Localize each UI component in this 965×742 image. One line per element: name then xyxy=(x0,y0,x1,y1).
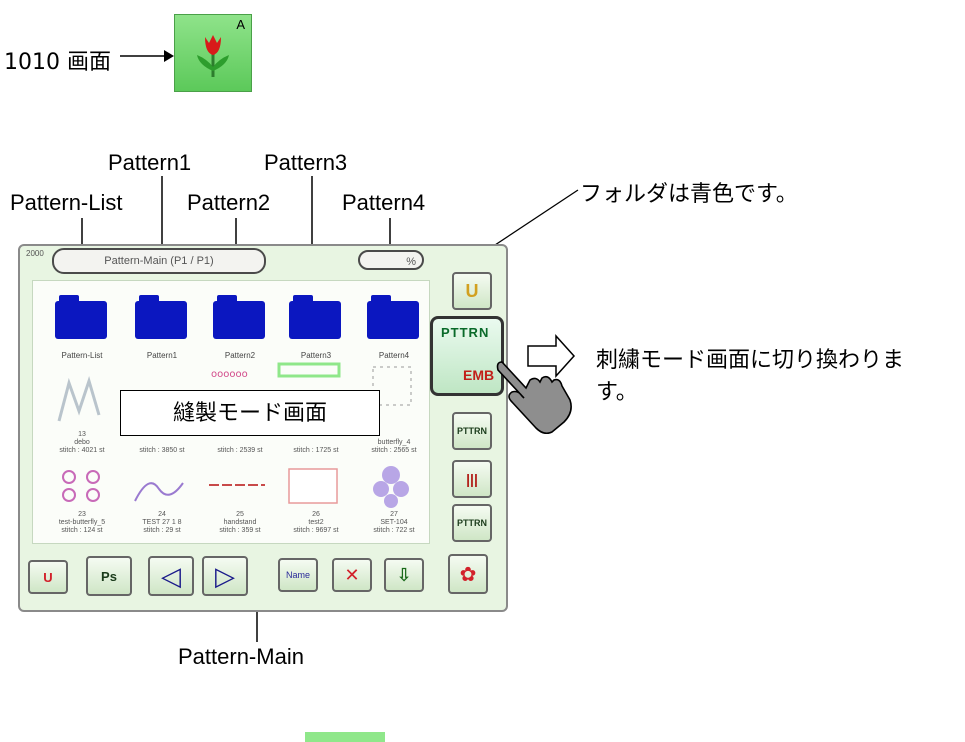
stitch-count: stitch : 359 st xyxy=(219,527,261,534)
pattern-select-glyph: Ps xyxy=(101,568,117,584)
emb-button-line1: PTTRN xyxy=(441,325,490,340)
pattern-name: TEST 27 1 8 xyxy=(142,519,182,526)
switch-note-line1: 刺繍モード画面に切り換わりま xyxy=(596,348,905,373)
stitch-count: stitch : 4021 st xyxy=(59,447,105,454)
folder-name: Pattern2 xyxy=(224,351,256,360)
stitch-count: stitch : 124 st xyxy=(61,527,103,534)
pattern-number: 24 xyxy=(158,511,166,518)
pattern-name: debo xyxy=(74,439,90,446)
pattern-name: test2 xyxy=(308,519,324,526)
stitch-count: stitch : 722 st xyxy=(373,527,415,534)
switch-note-line2: す。 xyxy=(596,380,638,405)
pattern-name: test-butterfly_5 xyxy=(58,519,106,526)
stitch-count: stitch : 9697 st xyxy=(293,527,339,534)
panel-number: 2000 xyxy=(26,249,44,258)
folder-icon[interactable] xyxy=(55,295,107,339)
prev-page-glyph: ◁ xyxy=(161,560,181,591)
pattern-number: 25 xyxy=(236,511,244,518)
pattern-number: 26 xyxy=(312,511,320,518)
prev-page-icon[interactable]: ◁ xyxy=(148,556,194,596)
pattern-thumbnail[interactable] xyxy=(275,361,345,381)
pattern-thumbnail[interactable] xyxy=(51,371,111,431)
magnet-icon[interactable]: U xyxy=(28,560,68,594)
folder-icon[interactable] xyxy=(213,295,265,339)
pattern-thumbnail[interactable] xyxy=(365,459,419,511)
pattern-edit-glyph: PTTRN xyxy=(457,518,487,528)
pattern-select-icon[interactable]: Ps xyxy=(86,556,132,596)
pattern-edit-icon[interactable]: PTTRN xyxy=(452,504,492,542)
tulip-glyph: ✿ xyxy=(459,563,477,586)
magnet-glyph: U xyxy=(465,280,479,301)
stitch-count: stitch : 2539 st xyxy=(217,447,263,454)
name-glyph: Name xyxy=(285,570,310,580)
pattern-thumbnail[interactable] xyxy=(205,477,269,493)
svg-text:oooooo: oooooo xyxy=(211,369,248,380)
sewing-mode-label: 縫製モード画面 xyxy=(120,390,380,436)
next-page-icon[interactable]: ▷ xyxy=(202,556,248,596)
pattern-name: handstand xyxy=(223,519,257,526)
pattern-number: 27 xyxy=(390,511,398,518)
thread-glyph: ||| xyxy=(466,471,478,487)
pattern-thumbnail[interactable] xyxy=(55,463,109,509)
next-page-glyph: ▷ xyxy=(215,560,235,591)
folder-icon[interactable] xyxy=(135,295,187,339)
selected-highlight xyxy=(305,732,385,742)
tulip-icon[interactable]: ✿ xyxy=(448,554,488,594)
pattern-number: 13 xyxy=(78,431,86,438)
percent-display: % xyxy=(358,250,424,270)
name-icon[interactable]: Name xyxy=(278,558,318,592)
folder-name: Pattern1 xyxy=(146,351,178,360)
folder-name: Pattern3 xyxy=(300,351,332,360)
folder-name: Pattern4 xyxy=(378,351,410,360)
stitch-count: stitch : 1725 st xyxy=(293,447,339,454)
delete-glyph: ✕ xyxy=(344,564,360,585)
magnet-icon[interactable]: U xyxy=(452,272,492,310)
pattern-name: SET-104 xyxy=(380,519,408,526)
pattern-number: 23 xyxy=(78,511,86,518)
usb-glyph: ⇩ xyxy=(396,564,412,585)
hand-pointer-icon xyxy=(496,361,572,434)
folder-name: Pattern-List xyxy=(61,351,103,360)
pattern-main-label: Pattern-Main xyxy=(178,644,304,669)
folder-icon[interactable] xyxy=(289,295,341,339)
delete-icon[interactable]: ✕ xyxy=(332,558,372,592)
stitch-count: stitch : 29 st xyxy=(143,527,181,534)
usb-icon[interactable]: ⇩ xyxy=(384,558,424,592)
pattern-glyph: PTTRN xyxy=(457,426,487,436)
pattern-thumbnail[interactable]: oooooo xyxy=(209,365,269,385)
magnet-glyph: U xyxy=(43,569,53,585)
folder-icon[interactable] xyxy=(367,295,419,339)
pattern-name: butterfly_4 xyxy=(377,439,411,446)
emb-button-line2: EMB xyxy=(463,367,495,383)
stitch-count: stitch : 2565 st xyxy=(371,447,417,454)
stitch-count: stitch : 3850 st xyxy=(139,447,185,454)
pattern-icon[interactable]: PTTRN xyxy=(452,412,492,450)
pattern-thumbnail[interactable] xyxy=(129,463,189,509)
pattern-thumbnail[interactable] xyxy=(285,465,345,509)
panel-title: Pattern-Main (P1 / P1) xyxy=(52,248,266,274)
embroidery-mode-button[interactable]: PTTRN EMB xyxy=(430,316,504,396)
thread-icon[interactable]: ||| xyxy=(452,460,492,498)
